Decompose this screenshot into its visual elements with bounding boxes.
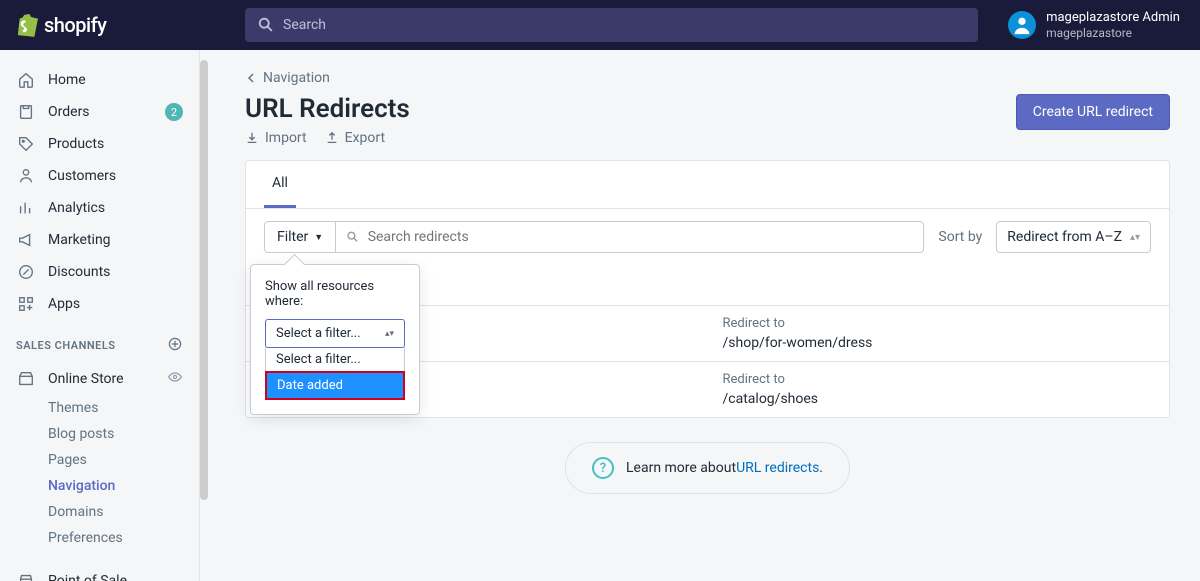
products-icon [16, 134, 36, 154]
create-redirect-button[interactable]: Create URL redirect [1016, 94, 1170, 130]
sidebar: Home Orders2 Products Customers Analytic… [0, 50, 200, 581]
popover-heading: Show all resources where: [265, 279, 405, 309]
shopify-bag-icon [16, 13, 38, 37]
learn-more: ? Learn more about URL redirects . [565, 442, 850, 494]
nav-marketing[interactable]: Marketing [0, 224, 199, 256]
discounts-icon [16, 262, 36, 282]
chevron-left-icon [245, 72, 257, 84]
row-to-value: /shop/for-women/dress [723, 335, 1152, 351]
nav-orders[interactable]: Orders2 [0, 96, 199, 128]
filter-select[interactable]: Select a filter...▴▾ [265, 319, 405, 348]
global-search[interactable]: Search [245, 8, 978, 42]
analytics-icon [16, 198, 36, 218]
sales-channels-heading: SALES CHANNELS [0, 320, 199, 363]
col-to-label: Redirect to [723, 372, 1152, 387]
filter-option-date-added[interactable]: Date added [265, 371, 405, 400]
store-icon [16, 369, 36, 389]
customers-icon [16, 166, 36, 186]
user-name: mageplazastore Admin [1046, 10, 1180, 26]
filter-button[interactable]: Filter▼ Show all resources where: Select… [264, 221, 336, 253]
nav-customers[interactable]: Customers [0, 160, 199, 192]
tab-all[interactable]: All [264, 161, 296, 208]
search-icon [257, 16, 275, 34]
col-to-label: Redirect to [723, 316, 1152, 331]
sub-domains[interactable]: Domains [0, 499, 199, 525]
user-menu[interactable]: mageplazastore Admin mageplazastore [1008, 10, 1200, 40]
sub-pages[interactable]: Pages [0, 447, 199, 473]
nav-discounts[interactable]: Discounts [0, 256, 199, 288]
sub-blog-posts[interactable]: Blog posts [0, 421, 199, 447]
select-arrows-icon: ▴▾ [1130, 232, 1140, 243]
search-redirects[interactable] [336, 221, 924, 253]
pos-icon [16, 571, 36, 581]
nav-apps[interactable]: Apps [0, 288, 199, 320]
sort-by-label: Sort by [938, 229, 982, 245]
orders-icon [16, 102, 36, 122]
sub-preferences[interactable]: Preferences [0, 525, 199, 551]
search-placeholder: Search [283, 17, 326, 33]
nav-online-store[interactable]: Online Store [0, 363, 199, 395]
nav-home[interactable]: Home [0, 64, 199, 96]
apps-icon [16, 294, 36, 314]
search-icon [346, 230, 359, 244]
nav-analytics[interactable]: Analytics [0, 192, 199, 224]
orders-badge: 2 [165, 103, 183, 121]
row-to-value: /catalog/shoes [723, 391, 1152, 407]
user-shop: mageplazastore [1046, 26, 1180, 40]
question-icon: ? [592, 457, 614, 479]
caret-down-icon: ▼ [314, 232, 323, 243]
marketing-icon [16, 230, 36, 250]
user-icon [1011, 14, 1033, 36]
page-title: URL Redirects [245, 94, 410, 124]
filter-option-placeholder[interactable]: Select a filter... [266, 347, 404, 372]
select-arrows-icon: ▴▾ [385, 329, 394, 339]
filter-popover: Show all resources where: Select a filte… [250, 264, 420, 415]
sidebar-scrollbar[interactable] [200, 60, 208, 500]
brand-text: shopify [44, 13, 106, 37]
nav-pos[interactable]: Point of Sale [0, 565, 199, 581]
export-icon [325, 131, 339, 145]
avatar [1008, 11, 1036, 39]
breadcrumb[interactable]: Navigation [245, 70, 1170, 86]
home-icon [16, 70, 36, 90]
search-redirects-input[interactable] [368, 229, 914, 245]
sub-navigation[interactable]: Navigation [0, 473, 199, 499]
sub-themes[interactable]: Themes [0, 395, 199, 421]
view-store-icon[interactable] [167, 369, 183, 389]
logo-area[interactable]: shopify [0, 13, 215, 37]
export-link[interactable]: Export [325, 130, 385, 146]
nav-products[interactable]: Products [0, 128, 199, 160]
sort-select[interactable]: Redirect from A–Z▴▾ [996, 221, 1151, 253]
learn-more-link[interactable]: URL redirects [736, 460, 819, 476]
import-icon [245, 131, 259, 145]
import-link[interactable]: Import [245, 130, 307, 146]
add-channel-icon[interactable] [167, 336, 183, 355]
